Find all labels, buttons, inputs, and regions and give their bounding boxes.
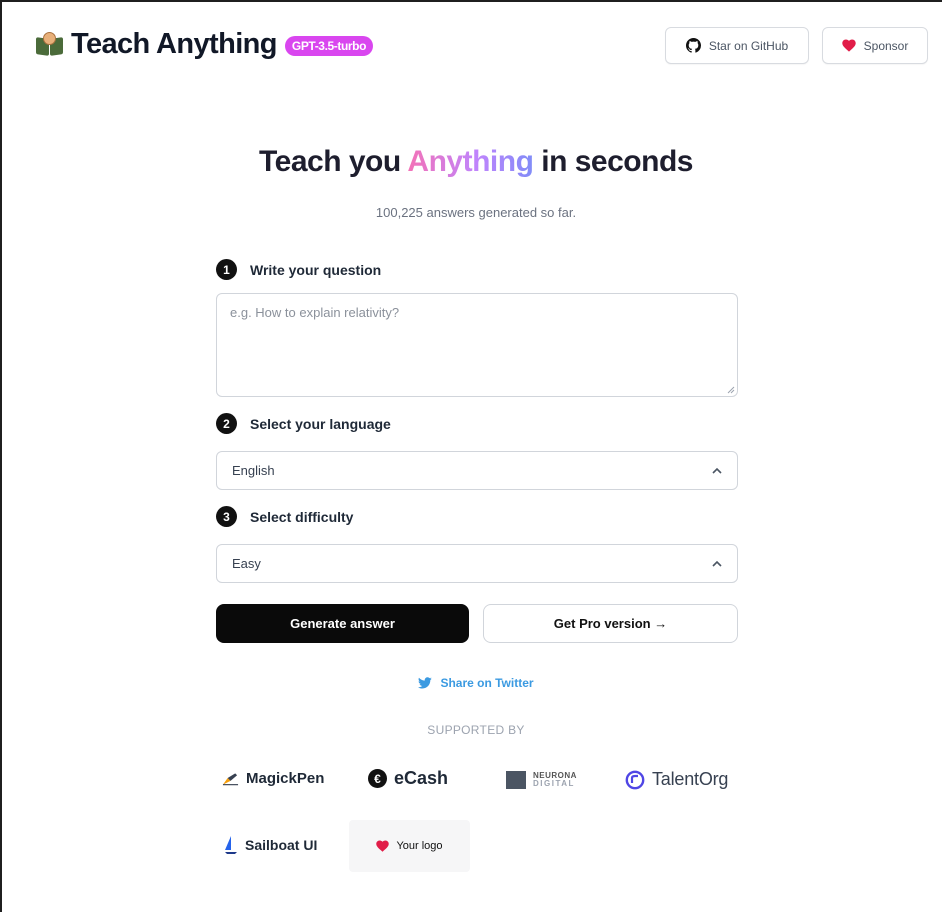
your-logo-label: Your logo [396, 840, 443, 852]
chevron-up-icon [712, 467, 722, 474]
sponsor-magickpen[interactable]: MagickPen [222, 770, 324, 787]
language-select[interactable]: English [216, 451, 738, 490]
your-logo-slot[interactable]: Your logo [349, 820, 470, 872]
step-number-1: 1 [216, 259, 237, 280]
resize-grip-icon[interactable] [726, 385, 735, 394]
brand-title[interactable]: Teach Anything [71, 28, 277, 61]
difficulty-selected-value: Easy [232, 556, 261, 571]
share-on-twitter-link[interactable]: Share on Twitter [0, 676, 942, 690]
twitter-icon [418, 677, 433, 689]
step-label-difficulty: Select difficulty [250, 508, 354, 525]
neurona-line2: DIGITAL [533, 779, 575, 788]
ecash-icon: € [368, 769, 387, 788]
magickpen-label: MagickPen [246, 770, 325, 787]
sailboat-label: Sailboat UI [245, 837, 318, 853]
github-icon [685, 38, 701, 53]
pen-icon [222, 772, 239, 785]
hero-title-after: in seconds [533, 145, 693, 178]
talentorg-label: TalentOrg [652, 769, 729, 789]
step-number-2: 2 [216, 413, 237, 434]
neurona-label: NEURONA DIGITAL [533, 772, 577, 788]
share-label: Share on Twitter [440, 676, 534, 690]
step-select-language: 2 Select your language [216, 413, 391, 434]
step-select-difficulty: 3 Select difficulty [216, 506, 353, 527]
hero-title: Teach you Anything in seconds [0, 145, 942, 179]
heart-icon [841, 39, 856, 52]
step-label-question: Write your question [250, 261, 382, 278]
ecash-label: eCash [394, 768, 449, 788]
language-selected-value: English [232, 463, 275, 478]
step-label-language: Select your language [250, 415, 391, 432]
sponsor-button[interactable]: Sponsor [822, 27, 928, 64]
hero-title-highlight: Anything [407, 145, 534, 178]
sponsor-button-label: Sponsor [863, 38, 909, 53]
supported-by-heading: SUPPORTED BY [427, 723, 525, 737]
question-textarea[interactable] [216, 293, 738, 397]
step-write-question: 1 Write your question [216, 259, 381, 280]
sailboat-icon [225, 836, 237, 854]
hero-title-before: Teach you [259, 145, 408, 178]
sponsor-sailboat-ui[interactable]: Sailboat UI [224, 835, 317, 855]
book-emoji-icon [35, 31, 65, 58]
sponsor-ecash[interactable]: € eCash [368, 768, 448, 789]
difficulty-select[interactable]: Easy [216, 544, 738, 583]
site-header: Teach Anything GPT-3.5-turbo [35, 28, 374, 61]
sponsor-neurona-digital[interactable]: NEURONA DIGITAL [506, 771, 577, 789]
neurona-icon [506, 771, 526, 789]
answers-counter: 100,225 answers generated so far. [375, 205, 577, 220]
generate-answer-button[interactable]: Generate answer [216, 604, 469, 643]
github-button-label: Star on GitHub [708, 38, 789, 53]
chevron-up-icon [712, 560, 722, 567]
sponsor-talentorg[interactable]: TalentOrg [625, 769, 728, 790]
heart-icon [376, 840, 390, 852]
model-badge: GPT-3.5-turbo [284, 36, 374, 56]
step-number-3: 3 [216, 506, 237, 527]
talentorg-icon [625, 770, 645, 789]
star-on-github-button[interactable]: Star on GitHub [665, 27, 809, 64]
get-pro-version-button[interactable]: Get Pro version → [483, 604, 738, 643]
